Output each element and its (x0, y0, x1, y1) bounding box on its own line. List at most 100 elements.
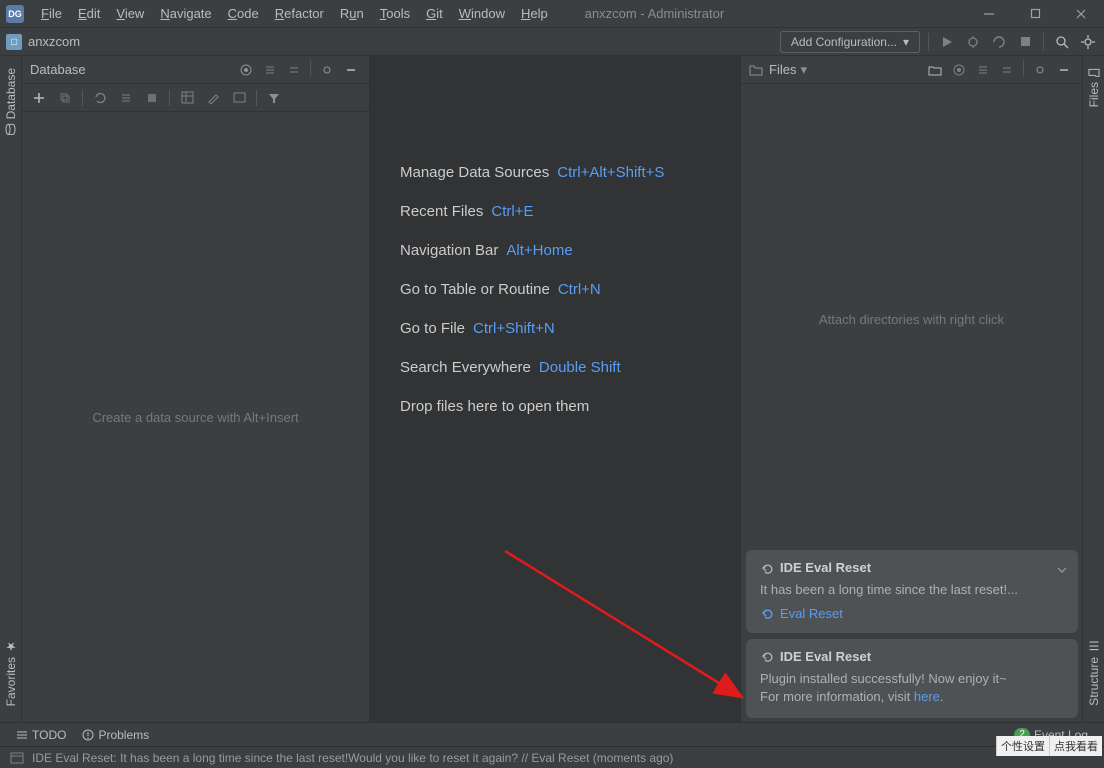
list-icon (16, 730, 28, 740)
menu-navigate[interactable]: Navigate (153, 2, 218, 25)
tip-shortcut: Ctrl+N (558, 281, 601, 298)
search-button[interactable] (1052, 32, 1072, 52)
menu-refactor[interactable]: Refactor (268, 2, 331, 25)
notif-title: IDE Eval Reset (780, 560, 871, 575)
chevron-down-icon (1056, 564, 1068, 576)
project-toolbar: ▢ anxzcom Add Configuration... ▾ (0, 28, 1104, 56)
tip-label: Manage Data Sources (400, 164, 549, 181)
notif-link[interactable]: here (914, 689, 940, 704)
problems-tab[interactable]: Problems (74, 728, 157, 742)
db-collapse-button[interactable] (284, 60, 304, 80)
db-toolbar (22, 84, 369, 112)
minimize-button[interactable] (966, 0, 1012, 28)
db-table-button[interactable] (176, 87, 198, 109)
title-bar: DG File Edit View Navigate Code Refactor… (0, 0, 1104, 28)
status-bar: IDE Eval Reset: It has been a long time … (0, 746, 1104, 768)
tip-label: Go to File (400, 320, 465, 337)
stop-icon (1020, 36, 1031, 47)
database-icon (5, 123, 17, 135)
chevron-down-icon[interactable]: ▾ (800, 62, 807, 78)
menu-file[interactable]: File (34, 2, 69, 25)
notif-action-link[interactable]: Eval Reset (780, 606, 843, 621)
menu-git[interactable]: Git (419, 2, 450, 25)
db-stop-button[interactable] (141, 87, 163, 109)
minimize-icon (1058, 64, 1070, 76)
db-sync-button[interactable] (115, 87, 137, 109)
open-icon (928, 64, 942, 76)
sync-icon (120, 91, 133, 104)
coverage-icon (992, 35, 1006, 49)
db-panel-placeholder: Create a data source with Alt+Insert (22, 112, 369, 722)
files-open-button[interactable] (925, 60, 945, 80)
tip-shortcut: Ctrl+E (491, 203, 533, 220)
folder-icon (1088, 68, 1100, 78)
db-copy-button[interactable] (54, 87, 76, 109)
ext-link-b[interactable]: 点我看看 (1049, 736, 1102, 756)
settings-button[interactable] (1078, 32, 1098, 52)
expand-icon (264, 64, 276, 76)
window-title: anxzcom - Administrator (585, 6, 724, 21)
star-icon: ★ (4, 639, 18, 653)
db-hide-button[interactable] (341, 60, 361, 80)
copy-icon (59, 92, 71, 104)
gear-icon (1033, 63, 1047, 77)
db-target-button[interactable] (236, 60, 256, 80)
play-icon (941, 36, 953, 48)
app-icon: DG (6, 5, 24, 23)
stop-button[interactable] (1015, 32, 1035, 52)
search-icon (1055, 35, 1069, 49)
db-filter-button[interactable] (263, 87, 285, 109)
maximize-icon (1030, 8, 1041, 19)
files-collapse-button[interactable] (997, 60, 1017, 80)
undo-icon (760, 649, 774, 663)
menu-help[interactable]: Help (514, 2, 555, 25)
menu-code[interactable]: Code (221, 2, 266, 25)
notification: IDE Eval Reset It has been a long time s… (746, 550, 1078, 632)
db-settings-button[interactable] (317, 60, 337, 80)
debug-button[interactable] (963, 32, 983, 52)
right-rail-files[interactable]: Files (1085, 62, 1103, 113)
left-rail-database[interactable]: Database (2, 62, 20, 141)
minimize-icon (983, 8, 995, 20)
right-rail-structure[interactable]: Structure ☰ (1085, 633, 1103, 712)
project-icon: ▢ (6, 34, 22, 50)
files-expand-button[interactable] (973, 60, 993, 80)
db-refresh-button[interactable] (89, 87, 111, 109)
editor-placeholder[interactable]: Manage Data SourcesCtrl+Alt+Shift+S Rece… (370, 56, 740, 722)
run-button[interactable] (937, 32, 957, 52)
plus-icon (33, 92, 45, 104)
db-add-button[interactable] (28, 87, 50, 109)
files-target-button[interactable] (949, 60, 969, 80)
collapse-icon (288, 64, 300, 76)
window-controls (966, 0, 1104, 28)
menu-window[interactable]: Window (452, 2, 512, 25)
maximize-button[interactable] (1012, 0, 1058, 28)
db-console-button[interactable] (228, 87, 250, 109)
structure-icon: ☰ (1087, 639, 1101, 653)
undo-icon (760, 606, 774, 620)
menu-run[interactable]: Run (333, 2, 371, 25)
files-panel-title: Files (769, 62, 796, 77)
tip-shortcut: Double Shift (539, 359, 621, 376)
tip-label: Drop files here to open them (400, 398, 589, 415)
external-overlay: 个性设置 点我看看 (996, 736, 1102, 756)
files-settings-button[interactable] (1030, 60, 1050, 80)
close-button[interactable] (1058, 0, 1104, 28)
add-configuration-button[interactable]: Add Configuration... ▾ (780, 31, 920, 53)
notif-collapse-button[interactable] (1056, 564, 1068, 576)
menu-edit[interactable]: Edit (71, 2, 107, 25)
tip-label: Navigation Bar (400, 242, 498, 259)
menu-tools[interactable]: Tools (373, 2, 417, 25)
files-hide-button[interactable] (1054, 60, 1074, 80)
ext-link-a[interactable]: 个性设置 (996, 736, 1049, 756)
menu-view[interactable]: View (109, 2, 151, 25)
target-icon (239, 63, 253, 77)
tip-label: Go to Table or Routine (400, 281, 550, 298)
warning-icon (82, 729, 94, 741)
db-edit-button[interactable] (202, 87, 224, 109)
db-expand-button[interactable] (260, 60, 280, 80)
todo-tab[interactable]: TODO (8, 728, 74, 742)
run-coverage-button[interactable] (989, 32, 1009, 52)
left-rail-favorites[interactable]: Favorites ★ (2, 633, 20, 712)
main-menu: File Edit View Navigate Code Refactor Ru… (34, 2, 555, 25)
